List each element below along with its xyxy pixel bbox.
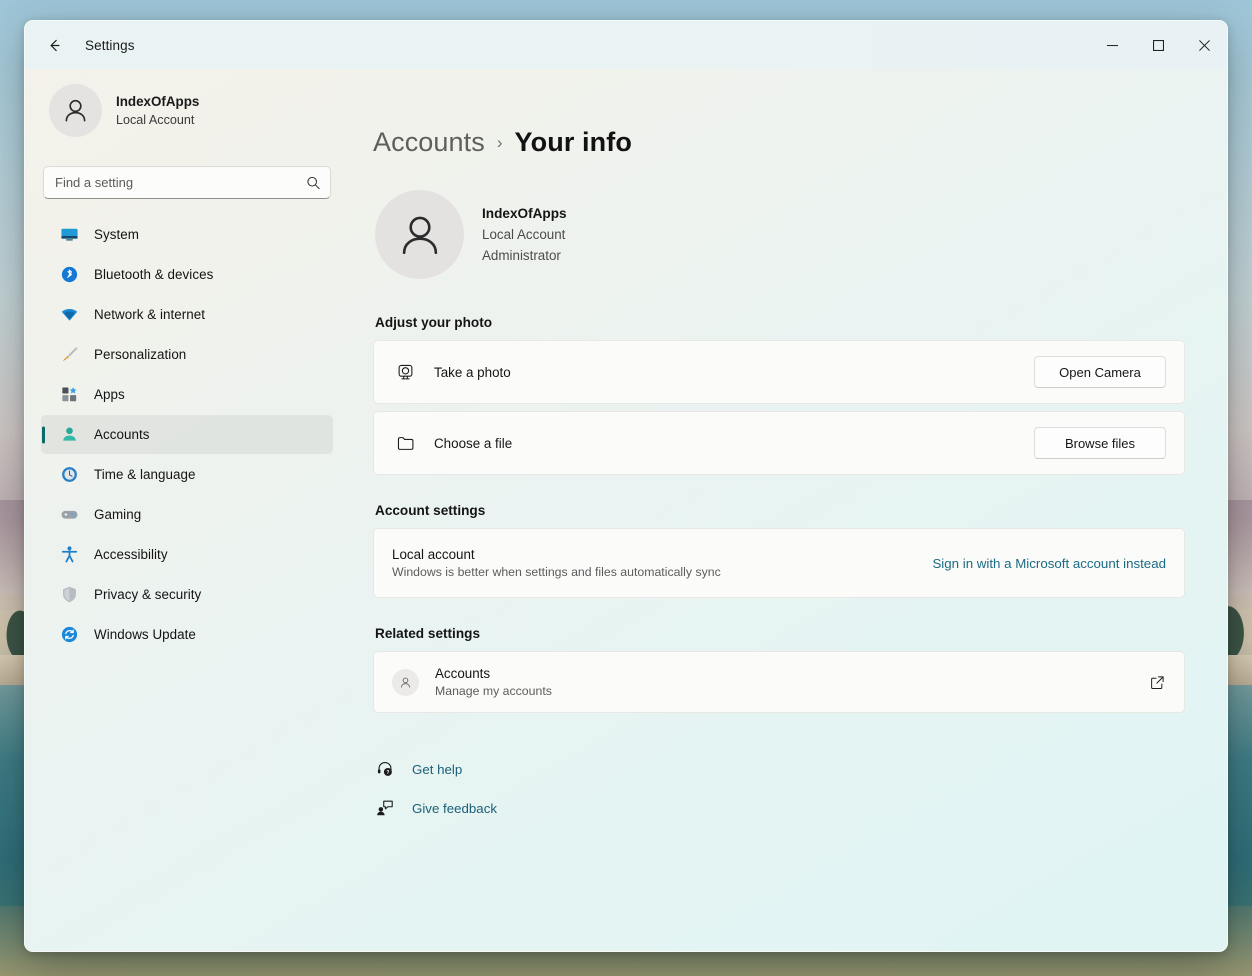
monitor-icon [59,225,79,245]
accessibility-icon [59,545,79,565]
bluetooth-icon [59,265,79,285]
breadcrumb-parent-link[interactable]: Accounts [373,127,485,158]
open-camera-button[interactable]: Open Camera [1034,356,1166,388]
sidebar-item-system[interactable]: System [41,215,333,254]
sidebar-item-personalization[interactable]: Personalization [41,335,333,374]
svg-text:?: ? [386,770,389,776]
sidebar-item-label: Windows Update [94,627,196,642]
window-controls [1089,21,1227,69]
minimize-button[interactable] [1089,21,1135,69]
browse-files-button[interactable]: Browse files [1034,427,1166,459]
card-separator [373,404,1185,411]
sidebar-item-windows-update[interactable]: Windows Update [41,615,333,654]
sidebar-item-label: Apps [94,387,125,402]
account-settings-heading: Account settings [375,503,486,518]
sidebar-item-gaming[interactable]: Gaming [41,495,333,534]
sidebar-account-card[interactable]: IndexOfApps Local Account [41,76,333,147]
sidebar-item-label: Network & internet [94,307,206,322]
sidebar-nav: System Bluetooth & devices Network & int… [41,215,333,654]
main-content: Accounts › Your info IndexOfApps Local A… [349,69,1227,951]
close-icon [1198,39,1210,51]
apps-grid-icon [59,385,79,405]
search-input[interactable] [43,166,331,199]
app-title: Settings [85,37,135,53]
sign-in-microsoft-account-link[interactable]: Sign in with a Microsoft account instead [932,556,1166,571]
give-feedback-link[interactable]: Give feedback [375,798,497,818]
profile-name: IndexOfApps [482,206,567,222]
profile-block: IndexOfApps Local Account Administrator [373,190,1185,279]
related-accounts-row[interactable]: Accounts Manage my accounts [373,651,1185,713]
sidebar-item-bluetooth-devices[interactable]: Bluetooth & devices [41,255,333,294]
clock-globe-icon [59,465,79,485]
person-icon [59,425,79,445]
breadcrumb-separator: › [496,132,503,152]
choose-a-file-label: Choose a file [434,435,513,451]
desktop-wallpaper: Settings IndexOfApps Local Account Find … [0,0,1252,976]
sidebar-item-label: Accounts [94,427,150,442]
sidebar: IndexOfApps Local Account Find a setting… [25,69,349,951]
related-accounts-title: Accounts [435,666,491,681]
sidebar-item-label: Accessibility [94,547,168,562]
gamepad-icon [59,505,79,525]
profile-role: Administrator [482,247,561,263]
page-title: Your info [514,127,632,157]
sidebar-item-time-language[interactable]: Time & language [41,455,333,494]
arrow-left-icon [50,39,60,51]
sidebar-account-name: IndexOfApps [116,93,200,109]
minimize-icon [1106,44,1118,46]
help-headset-icon: ? [375,759,395,779]
close-button[interactable] [1181,21,1227,69]
sidebar-item-label: Gaming [94,507,142,522]
related-accounts-subtitle: Manage my accounts [435,684,552,698]
local-account-row: Local account Windows is better when set… [373,528,1185,598]
feedback-person-icon [375,798,395,818]
external-link-icon[interactable] [1149,674,1166,691]
give-feedback-label: Give feedback [412,800,498,816]
choose-a-file-row[interactable]: Choose a file Browse files [373,411,1185,475]
get-help-label: Get help [412,761,463,777]
maximize-button[interactable] [1135,21,1181,69]
adjust-photo-heading: Adjust your photo [375,315,493,330]
search-box [43,166,331,199]
sidebar-item-apps[interactable]: Apps [41,375,333,414]
take-a-photo-row[interactable]: Take a photo Open Camera [373,340,1185,404]
shield-icon [59,585,79,605]
sidebar-item-label: Personalization [94,347,187,362]
person-avatar-icon [402,216,437,254]
maximize-icon [1152,39,1164,51]
sidebar-item-accessibility[interactable]: Accessibility [41,535,333,574]
wifi-icon [59,305,79,325]
related-settings-heading: Related settings [375,626,480,641]
avatar [49,84,102,137]
profile-account-type: Local Account [482,227,566,243]
back-button[interactable] [37,28,71,62]
get-help-link[interactable]: ? Get help [375,759,462,779]
update-refresh-icon [59,625,79,645]
title-bar: Settings [25,21,1227,69]
camera-icon [392,363,418,382]
sidebar-item-label: Privacy & security [94,587,202,602]
sidebar-item-network-internet[interactable]: Network & internet [41,295,333,334]
sidebar-item-accounts[interactable]: Accounts [41,415,333,454]
folder-icon [392,434,418,453]
sidebar-account-type: Local Account [116,113,195,128]
help-links: ? Get help Give feedback [373,759,1185,818]
sidebar-item-privacy-security[interactable]: Privacy & security [41,575,333,614]
settings-window: Settings IndexOfApps Local Account Find … [24,20,1228,952]
sidebar-item-label: Time & language [94,467,196,482]
breadcrumb: Accounts › Your info [373,127,1185,158]
window-body: IndexOfApps Local Account Find a setting… [25,69,1227,951]
local-account-subtitle: Windows is better when settings and file… [392,565,721,579]
adjust-photo-card-group: Take a photo Open Camera Choose a file B… [373,340,1185,475]
local-account-title: Local account [392,547,475,562]
avatar [375,190,464,279]
person-small-icon [392,668,419,696]
sidebar-item-label: System [94,227,139,242]
paintbrush-icon [59,345,79,365]
sidebar-item-label: Bluetooth & devices [94,267,214,282]
take-a-photo-label: Take a photo [434,364,511,380]
person-avatar-icon [65,99,86,122]
